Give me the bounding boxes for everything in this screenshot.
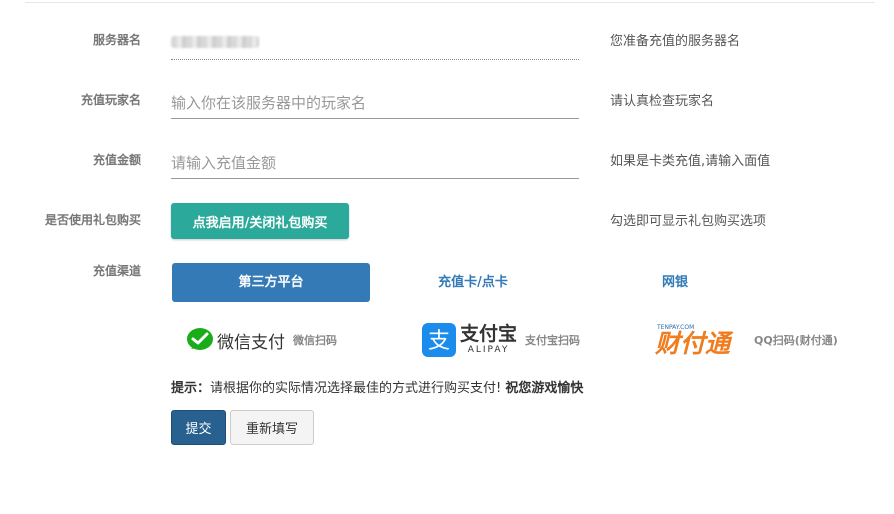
gift-label: 是否使用礼包购买 bbox=[44, 213, 141, 227]
tenpay-logo: TENPAY.COM 财付通 bbox=[655, 324, 731, 358]
tip-bold: 祝您游戏愉快 bbox=[505, 381, 584, 396]
player-input[interactable] bbox=[171, 88, 579, 118]
tenpay-option[interactable]: TENPAY.COM 财付通 QQ扫码(财付通) bbox=[655, 318, 838, 362]
gift-toggle-button[interactable]: 点我启用/关闭礼包购买 bbox=[171, 203, 349, 239]
tab-prepaid-card[interactable]: 充值卡/点卡 bbox=[371, 263, 575, 302]
wechat-pay-icon bbox=[187, 328, 213, 350]
player-hint: 请认真检查玩家名 bbox=[610, 94, 715, 109]
wechat-pay-logo-text: 微信支付 bbox=[217, 332, 285, 353]
amount-field bbox=[171, 148, 579, 179]
top-divider bbox=[25, 2, 875, 3]
server-hint: 您准备充值的服务器名 bbox=[610, 34, 741, 49]
alipay-logo-text: 支付宝 bbox=[460, 323, 518, 345]
player-field bbox=[171, 88, 579, 119]
tab-online-bank[interactable]: 网银 bbox=[575, 263, 775, 302]
wechat-pay-option[interactable]: 微信支付 微信扫码 bbox=[186, 318, 337, 362]
wechat-pay-note: 微信扫码 bbox=[293, 334, 337, 347]
player-label: 充值玩家名 bbox=[80, 93, 141, 107]
gift-hint: 勾选即可显示礼包购买选项 bbox=[610, 214, 767, 229]
amount-input[interactable] bbox=[171, 148, 579, 178]
tab-third-party[interactable]: 第三方平台 bbox=[172, 263, 370, 302]
server-name-blurred bbox=[171, 36, 259, 48]
tip-text: 提示：请根据你的实际情况选择最佳的方式进行购买支付! 祝您游戏愉快 bbox=[171, 377, 583, 396]
tenpay-logo-text: 财付通 bbox=[655, 328, 731, 358]
tenpay-note: QQ扫码(财付通) bbox=[754, 334, 838, 347]
reset-button[interactable]: 重新填写 bbox=[230, 410, 314, 445]
alipay-option[interactable]: 支 支付宝 ALIPAY 支付宝扫码 bbox=[422, 318, 580, 362]
tip-prefix: 提示： bbox=[171, 381, 211, 396]
amount-hint: 如果是卡类充值,请输入面值 bbox=[610, 154, 771, 169]
alipay-icon: 支 bbox=[422, 323, 456, 357]
channel-label: 充值渠道 bbox=[92, 264, 141, 278]
alipay-logo-sub: ALIPAY bbox=[467, 345, 510, 355]
tip-body: 请根据你的实际情况选择最佳的方式进行购买支付! bbox=[210, 381, 502, 396]
submit-button[interactable]: 提交 bbox=[171, 410, 226, 445]
amount-label: 充值金额 bbox=[92, 153, 141, 167]
server-label: 服务器名 bbox=[92, 33, 141, 47]
server-field bbox=[171, 29, 579, 60]
alipay-note: 支付宝扫码 bbox=[525, 334, 581, 347]
svg-text:支: 支 bbox=[428, 329, 450, 354]
